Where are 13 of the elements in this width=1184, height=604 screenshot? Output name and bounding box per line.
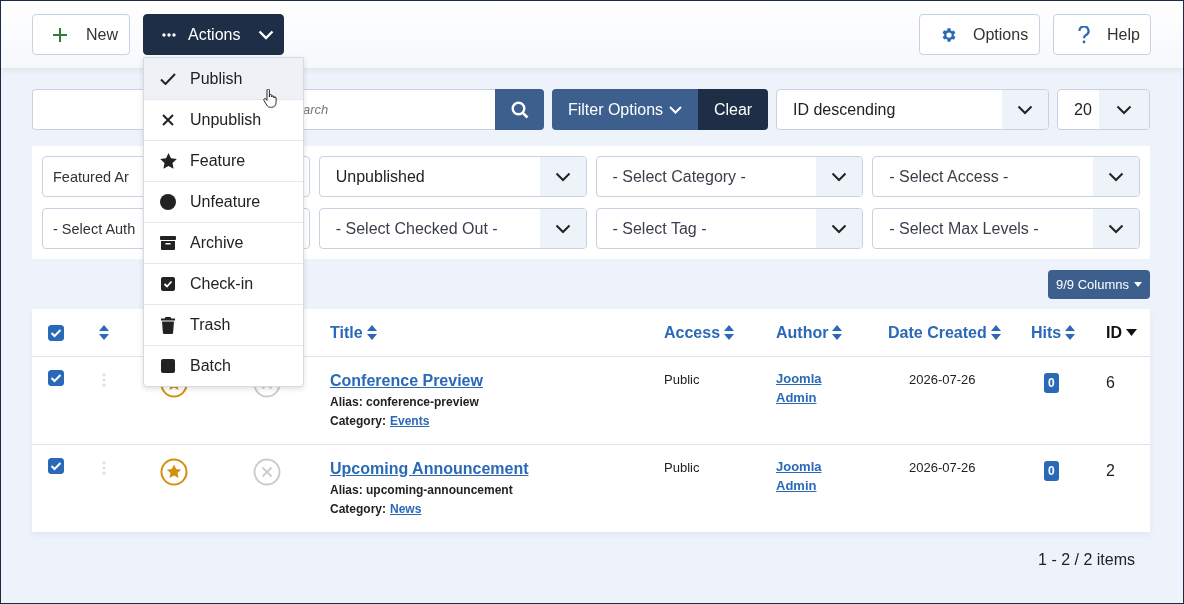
article-alias: Alias: conference-preview <box>330 395 479 409</box>
access-cell: Public <box>664 372 700 387</box>
id-cell: 6 <box>1106 374 1115 392</box>
date-cell: 2026-07-26 <box>909 372 976 387</box>
date-cell: 2026-07-26 <box>909 460 976 475</box>
pagination-text: 1 - 2 / 2 items <box>1038 551 1135 569</box>
access-cell: Public <box>664 460 700 475</box>
article-alias: Alias: upcoming-announcement <box>330 483 513 497</box>
category-label: Category: <box>330 502 386 516</box>
hits-badge: 0 <box>1044 373 1059 393</box>
id-cell: 2 <box>1106 462 1115 480</box>
hits-badge: 0 <box>1044 461 1059 481</box>
category-label: Category: <box>330 414 386 428</box>
